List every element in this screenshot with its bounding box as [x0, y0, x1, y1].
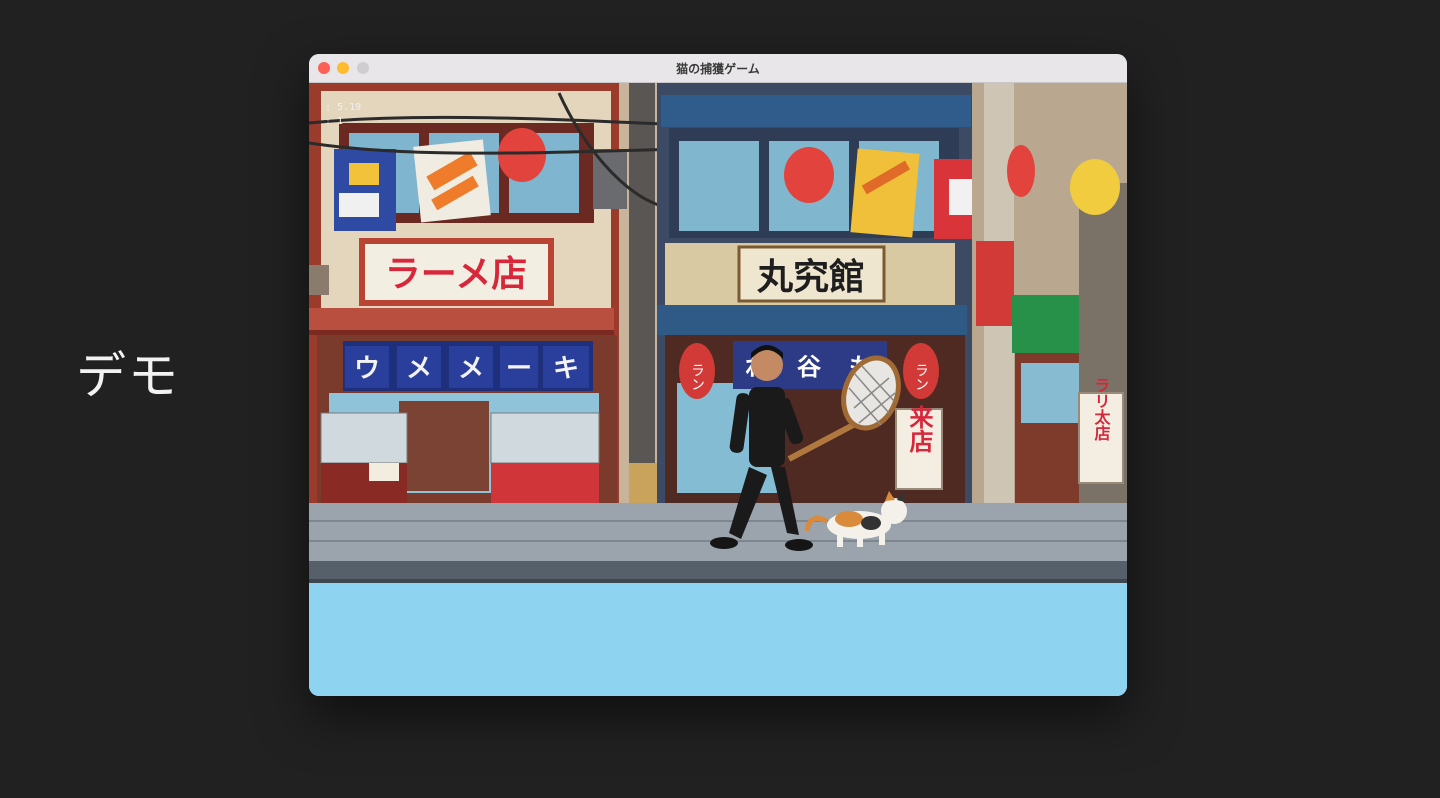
svg-text:ラリ太店: ラリ太店	[1092, 377, 1112, 442]
svg-text:ラン: ラン	[689, 363, 705, 391]
lantern	[784, 147, 834, 203]
noren-char: ー	[506, 354, 532, 384]
flag-blue	[334, 149, 396, 231]
svg-text:谷: 谷	[797, 353, 822, 381]
window-title: 猫の捕獲ゲーム	[676, 62, 760, 76]
game-canvas[interactable]: ラーメ店 ウ メ メ ー キ 丸究館 谷 ラン ラン 来店 ラリ太店: 5.1…	[309, 83, 1127, 583]
slide-label: デモ	[76, 347, 180, 405]
ramen-shop: ラーメ店 ウ メ メ ー キ	[309, 83, 619, 503]
flag-yellow	[850, 148, 920, 238]
hud-line-1: : 5.19	[325, 102, 361, 113]
svg-text:来店: 来店	[905, 404, 933, 454]
game-window: 猫の捕獲ゲーム ラーメ店 ウ メ メ ー キ 丸究館 谷 ラン ラン 来店 ラリ…	[309, 54, 1127, 696]
display-case	[320, 412, 408, 464]
hud-line-2: : 1	[325, 116, 343, 127]
noren-char: メ	[458, 354, 484, 384]
lantern	[1007, 145, 1035, 197]
lantern	[498, 128, 546, 182]
center-sign: 丸究館	[756, 256, 865, 298]
right-shops: ラリ太店	[972, 83, 1127, 503]
svg-text:ラン: ラン	[913, 363, 929, 391]
display-case	[490, 412, 600, 464]
noren-char: キ	[553, 354, 579, 384]
noren-char: メ	[406, 354, 432, 384]
noren-char: ウ	[354, 354, 380, 384]
noren-left: ウ メ メ ー キ	[343, 341, 593, 391]
ramen-shop-sign: ラーメ店	[385, 254, 528, 295]
lantern	[1070, 159, 1120, 215]
sky-ground-area	[309, 583, 1127, 696]
window-titlebar: 猫の捕獲ゲーム	[309, 54, 1127, 83]
